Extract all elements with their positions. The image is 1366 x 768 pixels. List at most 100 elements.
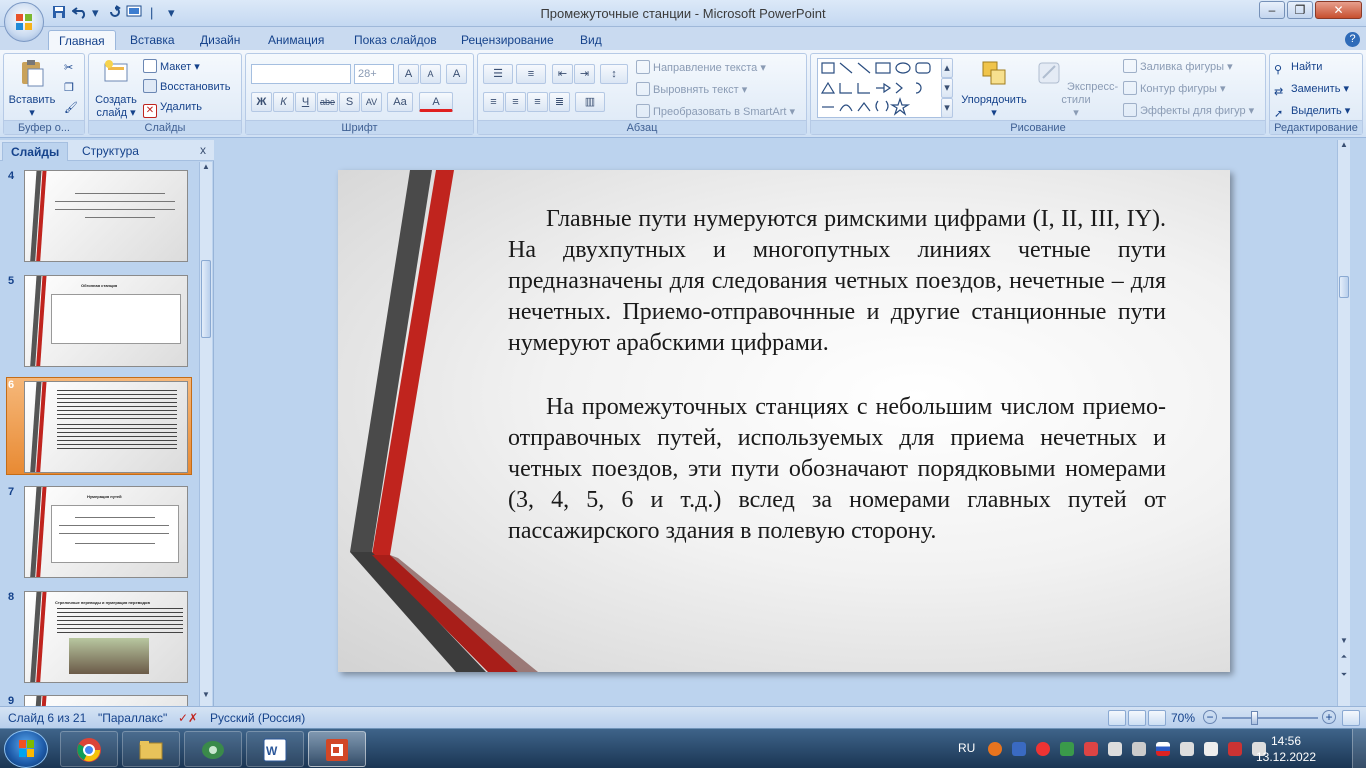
security-icon[interactable] [1228, 742, 1242, 756]
decrease-indent-icon[interactable]: ⇤ [552, 64, 573, 84]
russian-flag-icon[interactable] [1156, 742, 1170, 756]
slide-thumbnail-5[interactable]: 5 Обгонная станция [2, 273, 196, 371]
zoom-level[interactable]: 70% [1171, 710, 1195, 726]
spellcheck-icon[interactable]: ✓✗ [178, 710, 198, 726]
slide-thumbnail-4[interactable]: 4 [2, 168, 196, 266]
slide-thumbnail-6-selected[interactable]: 6 [2, 377, 196, 477]
zoom-slider-thumb[interactable] [1251, 711, 1258, 725]
bullets-icon[interactable]: ☰ [483, 64, 513, 84]
slide-thumbnail-9[interactable]: 9 [2, 693, 196, 706]
slide-paragraph-1[interactable]: Главные пути нумеруются римскими цифрами… [508, 204, 1166, 359]
zoom-slider[interactable] [1222, 717, 1318, 719]
taskbar-explorer[interactable] [122, 731, 180, 767]
font-name-combo[interactable] [251, 64, 351, 84]
clock-time[interactable]: 14:56 [1246, 734, 1326, 748]
font-size-combo[interactable]: 28+ [354, 64, 394, 84]
slide-thumbnail-7[interactable]: 7 Нумерация путей [2, 484, 196, 582]
tab-view[interactable]: Вид [570, 30, 612, 50]
language-indicator-taskbar[interactable]: RU [958, 741, 975, 768]
columns-icon[interactable]: ▥ [575, 92, 605, 112]
scroll-up-icon[interactable]: ▲ [200, 162, 212, 176]
slide-sorter-icon[interactable] [1128, 710, 1146, 726]
tab-review[interactable]: Рецензирование [451, 30, 564, 50]
select-button[interactable]: ➚ Выделить ▾ [1274, 102, 1350, 120]
minimize-button[interactable]: – [1259, 1, 1285, 19]
align-text-button[interactable]: Выровнять текст ▾ [636, 81, 747, 99]
shadow-button[interactable]: S [339, 92, 360, 112]
scrollbar-thumb[interactable] [201, 260, 211, 338]
shapes-more-icon[interactable]: ▾ [941, 98, 953, 118]
close-panel-icon[interactable]: x [200, 143, 206, 157]
next-slide-icon[interactable]: ⏷ [1338, 670, 1350, 684]
taskbar-word[interactable]: W [246, 731, 304, 767]
yandex-disk-icon[interactable] [1084, 742, 1098, 756]
normal-view-icon[interactable] [1108, 710, 1126, 726]
volume-icon[interactable] [1204, 742, 1218, 756]
smartart-button[interactable]: Преобразовать в SmartArt ▾ [636, 103, 795, 121]
align-center-icon[interactable]: ≡ [505, 92, 526, 112]
taskbar-chrome[interactable] [60, 731, 118, 767]
paste-button[interactable]: Вставить ▾ [8, 58, 56, 120]
previous-slide-icon[interactable]: ⏶ [1338, 652, 1350, 666]
slide-thumbnail-8[interactable]: 8 Стрелочные переводы и нумерация перево… [2, 589, 196, 687]
shrink-font-button[interactable]: A [420, 64, 441, 84]
delete-slide-button[interactable]: ✕ Удалить [143, 98, 202, 118]
tray-bars-icon[interactable] [1108, 742, 1122, 756]
copy-icon[interactable]: ❐ [64, 79, 74, 97]
zoom-in-icon[interactable]: + [1322, 710, 1336, 724]
tab-slides[interactable]: Слайды [2, 142, 69, 161]
close-button[interactable]: ✕ [1315, 1, 1362, 19]
bluetooth-icon[interactable] [1012, 742, 1026, 756]
reset-button[interactable]: Восстановить [143, 78, 230, 96]
shapes-scroll-down-icon[interactable]: ▾ [941, 78, 953, 98]
tray-app-icon[interactable] [988, 742, 1002, 756]
language-indicator[interactable]: Русский (Россия) [210, 710, 305, 726]
grow-font-button[interactable]: A [398, 64, 419, 84]
shapes-scroll-up-icon[interactable]: ▴ [941, 58, 953, 78]
change-case-button[interactable]: Aa [387, 92, 413, 112]
increase-indent-icon[interactable]: ⇥ [574, 64, 595, 84]
scroll-down-icon[interactable]: ▼ [200, 690, 212, 704]
network-icon[interactable] [1180, 742, 1194, 756]
shape-effects-button[interactable]: Эффекты для фигур ▾ [1123, 102, 1254, 120]
tab-animation[interactable]: Анимация [258, 30, 334, 50]
scrollbar-thumb[interactable] [1339, 276, 1349, 298]
tab-design[interactable]: Дизайн [190, 30, 250, 50]
tab-slideshow[interactable]: Показ слайдов [344, 30, 447, 50]
format-painter-icon[interactable]: 🖌 [64, 99, 78, 117]
underline-button[interactable]: Ч [295, 92, 316, 112]
find-button[interactable]: ⚲ Найти [1274, 58, 1322, 76]
shapes-gallery[interactable] [817, 58, 949, 118]
fit-to-window-icon[interactable] [1342, 710, 1360, 726]
quick-styles-button[interactable]: Экспресс-стили ▾ [1033, 58, 1119, 120]
clock-date[interactable]: 13.12.2022 [1246, 750, 1326, 764]
zoom-out-icon[interactable]: − [1203, 710, 1217, 724]
start-button[interactable] [4, 730, 48, 768]
new-slide-button[interactable]: Создать слайд ▾ [93, 58, 139, 120]
layout-button[interactable]: Макет ▾ [143, 58, 200, 76]
yandex-icon[interactable] [1036, 742, 1050, 756]
tab-outline[interactable]: Структура [74, 142, 147, 161]
font-color-button[interactable]: A [419, 92, 453, 112]
clear-formatting-button[interactable]: A [446, 64, 467, 84]
align-right-icon[interactable]: ≡ [527, 92, 548, 112]
tab-home[interactable]: Главная [48, 30, 116, 50]
line-spacing-icon[interactable]: ↕ [600, 64, 628, 84]
help-icon[interactable]: ? [1345, 32, 1360, 47]
show-desktop-button[interactable] [1352, 729, 1366, 768]
bold-button[interactable]: Ж [251, 92, 272, 112]
tray-monitor-icon[interactable] [1132, 742, 1146, 756]
scroll-up-icon[interactable]: ▲ [1338, 140, 1350, 154]
slide-paragraph-2[interactable]: На промежуточных станциях с небольшим чи… [508, 392, 1166, 547]
tab-insert[interactable]: Вставка [120, 30, 185, 50]
text-direction-button[interactable]: Направление текста ▾ [636, 59, 766, 77]
slide-canvas[interactable]: Главные пути нумеруются римскими цифрами… [338, 170, 1230, 672]
italic-button[interactable]: К [273, 92, 294, 112]
cut-icon[interactable]: ✂ [64, 59, 73, 77]
justify-icon[interactable]: ≣ [549, 92, 570, 112]
shape-fill-button[interactable]: Заливка фигуры ▾ [1123, 58, 1233, 76]
arrange-button[interactable]: Упорядочить ▾ [957, 58, 1031, 120]
strikethrough-button[interactable]: abe [317, 92, 338, 112]
replace-button[interactable]: ⇄ Заменить ▾ [1274, 80, 1349, 98]
restore-button[interactable]: ❐ [1287, 1, 1313, 19]
